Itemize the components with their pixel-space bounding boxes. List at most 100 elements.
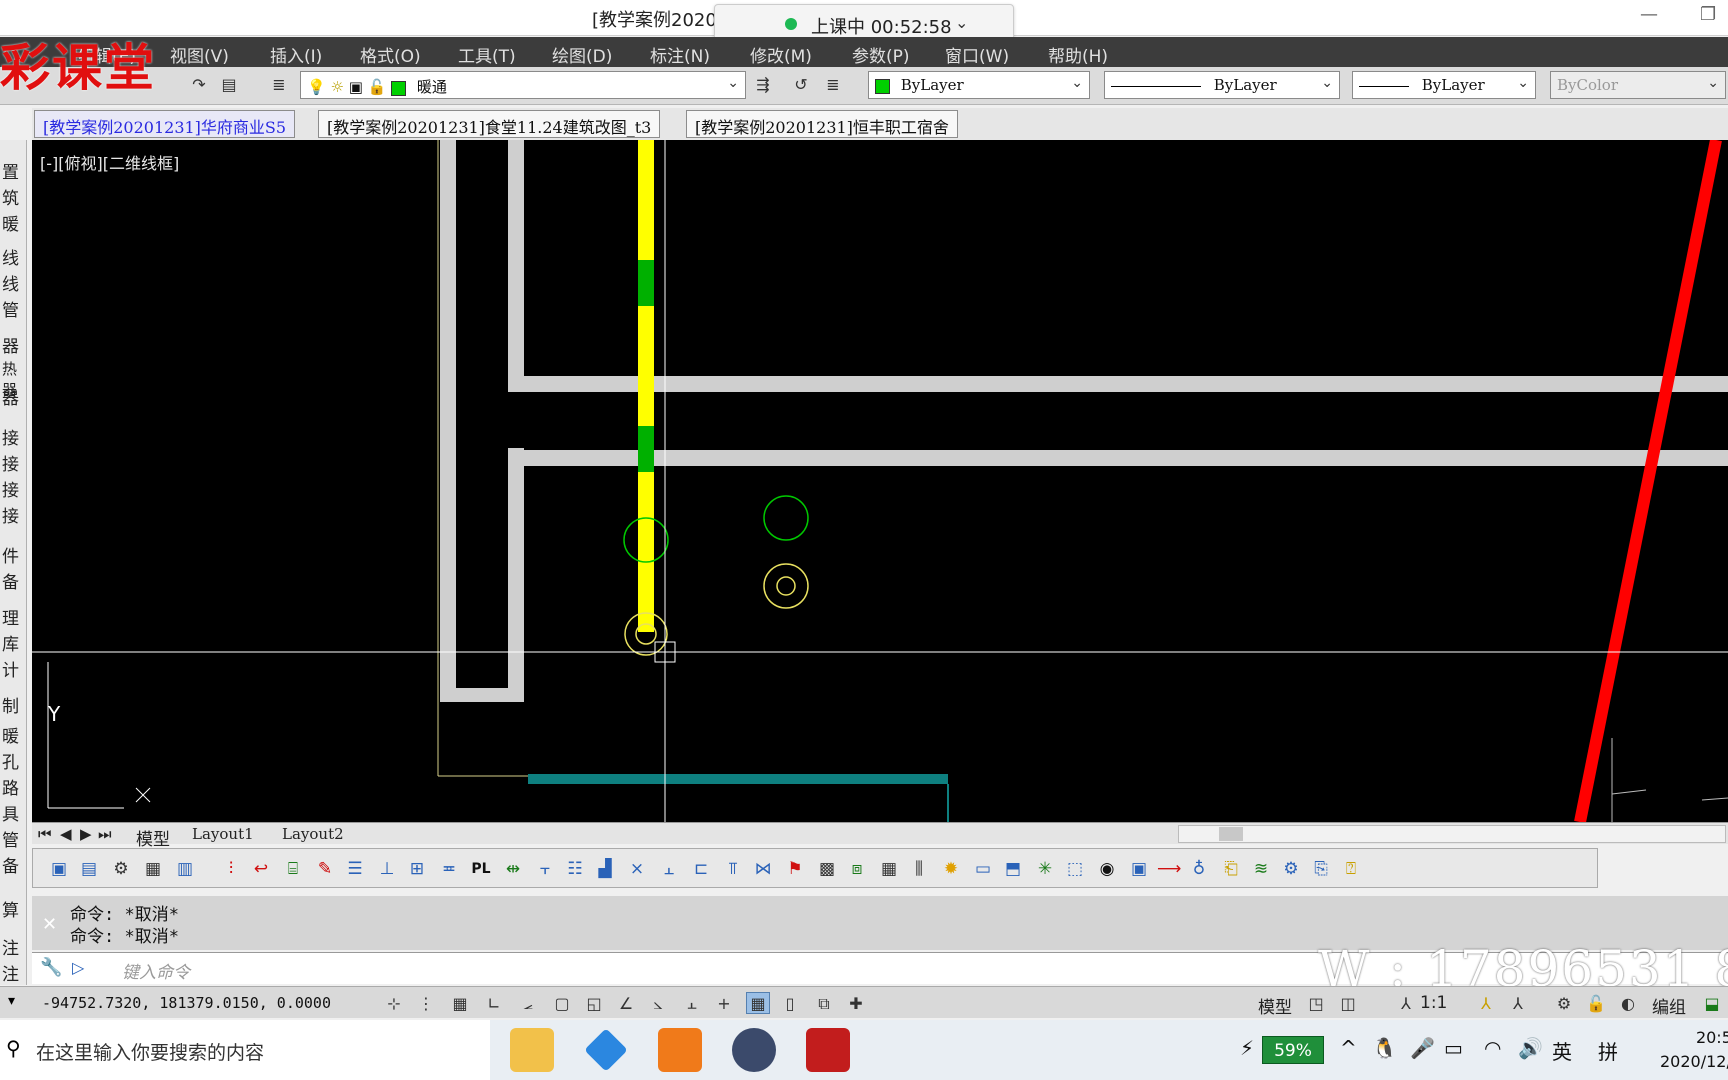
battery-icon[interactable]: ▭ (1444, 1036, 1463, 1060)
transparency-icon[interactable]: ▦ (746, 992, 770, 1014)
star-tool-icon[interactable]: ✳ (1033, 857, 1057, 881)
hardware-accel-icon[interactable]: ◐ (1616, 992, 1640, 1014)
perp-tool-icon[interactable]: ⊥ (375, 857, 399, 881)
doc-tab-shitang[interactable]: [教学案例20201231]食堂11.24建筑改图_t3 (318, 110, 661, 138)
quick-view-layouts-icon[interactable]: ◳ (1304, 992, 1328, 1014)
room-tool-icon[interactable]: ⌸ (281, 857, 305, 881)
ducs-icon[interactable]: ⦣ (646, 992, 670, 1014)
stack-tool-icon[interactable]: ☷ (563, 857, 587, 881)
annotation-monitor-icon[interactable]: ✚ (844, 992, 868, 1014)
drawing-canvas[interactable]: [-][俯视][二维线框] Y (32, 140, 1728, 822)
battery-indicator[interactable]: 59% (1262, 1036, 1324, 1064)
polar-icon[interactable]: ⦟ (516, 992, 540, 1014)
auto-scale-icon[interactable]: ⅄ (1506, 992, 1530, 1014)
palette-item[interactable]: 筑 (2, 184, 19, 209)
level-tool-icon[interactable]: ≖ (437, 857, 461, 881)
palette-item[interactable]: 接 (2, 502, 19, 527)
block-icon[interactable]: ▦ (141, 857, 165, 881)
cube-tool-icon[interactable]: ⬒ (1001, 857, 1025, 881)
plot-icon[interactable]: ▤ (218, 74, 240, 96)
menu-window[interactable]: 窗口(W) (945, 42, 1009, 67)
nav-next-icon[interactable]: ▶ (80, 825, 92, 843)
palette-item[interactable]: 注 (2, 960, 19, 985)
palette-item[interactable]: 孔 (2, 748, 19, 773)
menu-parametric[interactable]: 参数(P) (852, 42, 910, 67)
palette-item[interactable]: 暖 (2, 210, 19, 235)
sun-tool-icon[interactable]: ✹ (939, 857, 963, 881)
scroll-thumb[interactable] (1219, 827, 1243, 841)
table-icon[interactable]: ▥ (173, 857, 197, 881)
palette-item[interactable]: 备 (2, 568, 19, 593)
color-combo[interactable]: ByLayer ⌄ (868, 71, 1090, 99)
menu-draw[interactable]: 绘图(D) (552, 42, 612, 67)
palette-item[interactable]: 路 (2, 774, 19, 799)
3dosnap-icon[interactable]: ◱ (582, 992, 606, 1014)
huantong-app-icon[interactable] (732, 1028, 776, 1072)
split-line-icon[interactable]: ⫠ (657, 857, 681, 881)
valve-tool-icon[interactable]: ⋈ (751, 857, 775, 881)
chevron-down-icon[interactable]: ⌄ (955, 13, 968, 32)
clip-tool-icon[interactable]: ⎘ (1309, 857, 1333, 881)
palette-item[interactable]: 接 (2, 450, 19, 475)
layer-combo[interactable]: 💡 ☼ ▣ 🔓 暖通 ⌄ (300, 71, 746, 99)
heater-tool-icon[interactable]: ⫼ (907, 857, 931, 881)
menu-format[interactable]: 格式(O) (360, 42, 421, 67)
palette-item[interactable]: 制 (2, 692, 19, 717)
palette-item[interactable]: 件 (2, 542, 19, 567)
close-icon[interactable]: ✕ (42, 914, 57, 935)
tab-model[interactable]: 模型 (136, 825, 170, 850)
tab-layout2[interactable]: Layout2 (282, 825, 344, 843)
snap-icon[interactable]: ⋮ (414, 992, 438, 1014)
frame-tool-icon[interactable]: ▣ (1127, 857, 1151, 881)
palette-item[interactable]: 暖 (2, 722, 19, 747)
palette-item[interactable]: 备 (2, 852, 19, 877)
eye-tool-icon[interactable]: ◉ (1095, 857, 1119, 881)
pipe-arrow-icon[interactable]: ⟶ (1157, 857, 1181, 881)
annotation-scale[interactable]: 1:1 (1420, 993, 1447, 1013)
palette-item[interactable]: 计 (2, 656, 19, 681)
nav-first-icon[interactable]: ⏮ (38, 825, 52, 843)
annotation-visibility-icon[interactable]: ⅄ (1474, 992, 1498, 1014)
list-tool-icon[interactable]: ☰ (343, 857, 367, 881)
workspace-gear-icon[interactable]: ⚙ (1552, 992, 1576, 1014)
linetype-combo[interactable]: ByLayer ⌄ (1104, 71, 1340, 99)
volume-icon[interactable]: 🔊 (1518, 1036, 1543, 1060)
pipe-tool-icon[interactable]: ⫶ (219, 857, 243, 881)
layer-state-icon[interactable]: ≣ (822, 74, 844, 96)
layers-tool-icon[interactable]: ≋ (1249, 857, 1273, 881)
palette-item[interactable]: 注 (2, 934, 19, 959)
menu-help[interactable]: 帮助(H) (1048, 42, 1108, 67)
tee-tool-icon[interactable]: ⫪ (721, 857, 745, 881)
chevron-up-icon[interactable]: ^ (1340, 1036, 1357, 1060)
annotation-scale-icon[interactable]: ⅄ (1394, 992, 1418, 1014)
doc-tab-hengfeng[interactable]: [教学案例20201231]恒丰职工宿舍 (686, 110, 958, 138)
file-explorer-icon[interactable] (510, 1028, 554, 1072)
lineweight-combo[interactable]: ByLayer ⌄ (1352, 71, 1536, 99)
split-tool-icon[interactable]: ⫟ (533, 857, 557, 881)
bulb-tool-icon[interactable]: ♁ (1187, 857, 1211, 881)
group-toggle[interactable]: 编组 (1652, 993, 1686, 1018)
menu-view[interactable]: 视图(V) (170, 42, 229, 67)
flag-tool-icon[interactable]: ⚑ (783, 857, 807, 881)
layer-previous-icon[interactable]: ↺ (790, 74, 812, 96)
bracket-tool-icon[interactable]: ⊏ (689, 857, 713, 881)
palette-item[interactable]: 管 (2, 826, 19, 851)
chevron-down-icon[interactable]: ▾ (8, 993, 15, 1009)
palette-item[interactable]: 置 (2, 158, 19, 183)
make-current-icon[interactable]: ⇶ (752, 74, 774, 96)
palette-item[interactable]: 库 (2, 630, 19, 655)
help-tool-icon[interactable]: ⍰ (1339, 857, 1363, 881)
palette-item[interactable]: 线 (2, 244, 19, 269)
otrack-icon[interactable]: ∠ (614, 992, 638, 1014)
radiator-tool-icon[interactable]: ▦ (877, 857, 901, 881)
restore-icon[interactable]: ❐ (1700, 4, 1716, 25)
grid-tool-icon[interactable]: ⊞ (405, 857, 429, 881)
ime-language[interactable]: 英 (1552, 1036, 1572, 1065)
qq-icon[interactable]: 🐧 (1372, 1036, 1397, 1060)
autocad-app-icon[interactable] (806, 1028, 850, 1072)
palette-item[interactable]: 具 (2, 800, 19, 825)
match-icon[interactable]: ⚙ (109, 857, 133, 881)
system-clock[interactable]: 20:54 2020/12/3 (1660, 1026, 1728, 1074)
quick-view-drawings-icon[interactable]: ◫ (1336, 992, 1360, 1014)
pdf-app-icon[interactable] (658, 1028, 702, 1072)
